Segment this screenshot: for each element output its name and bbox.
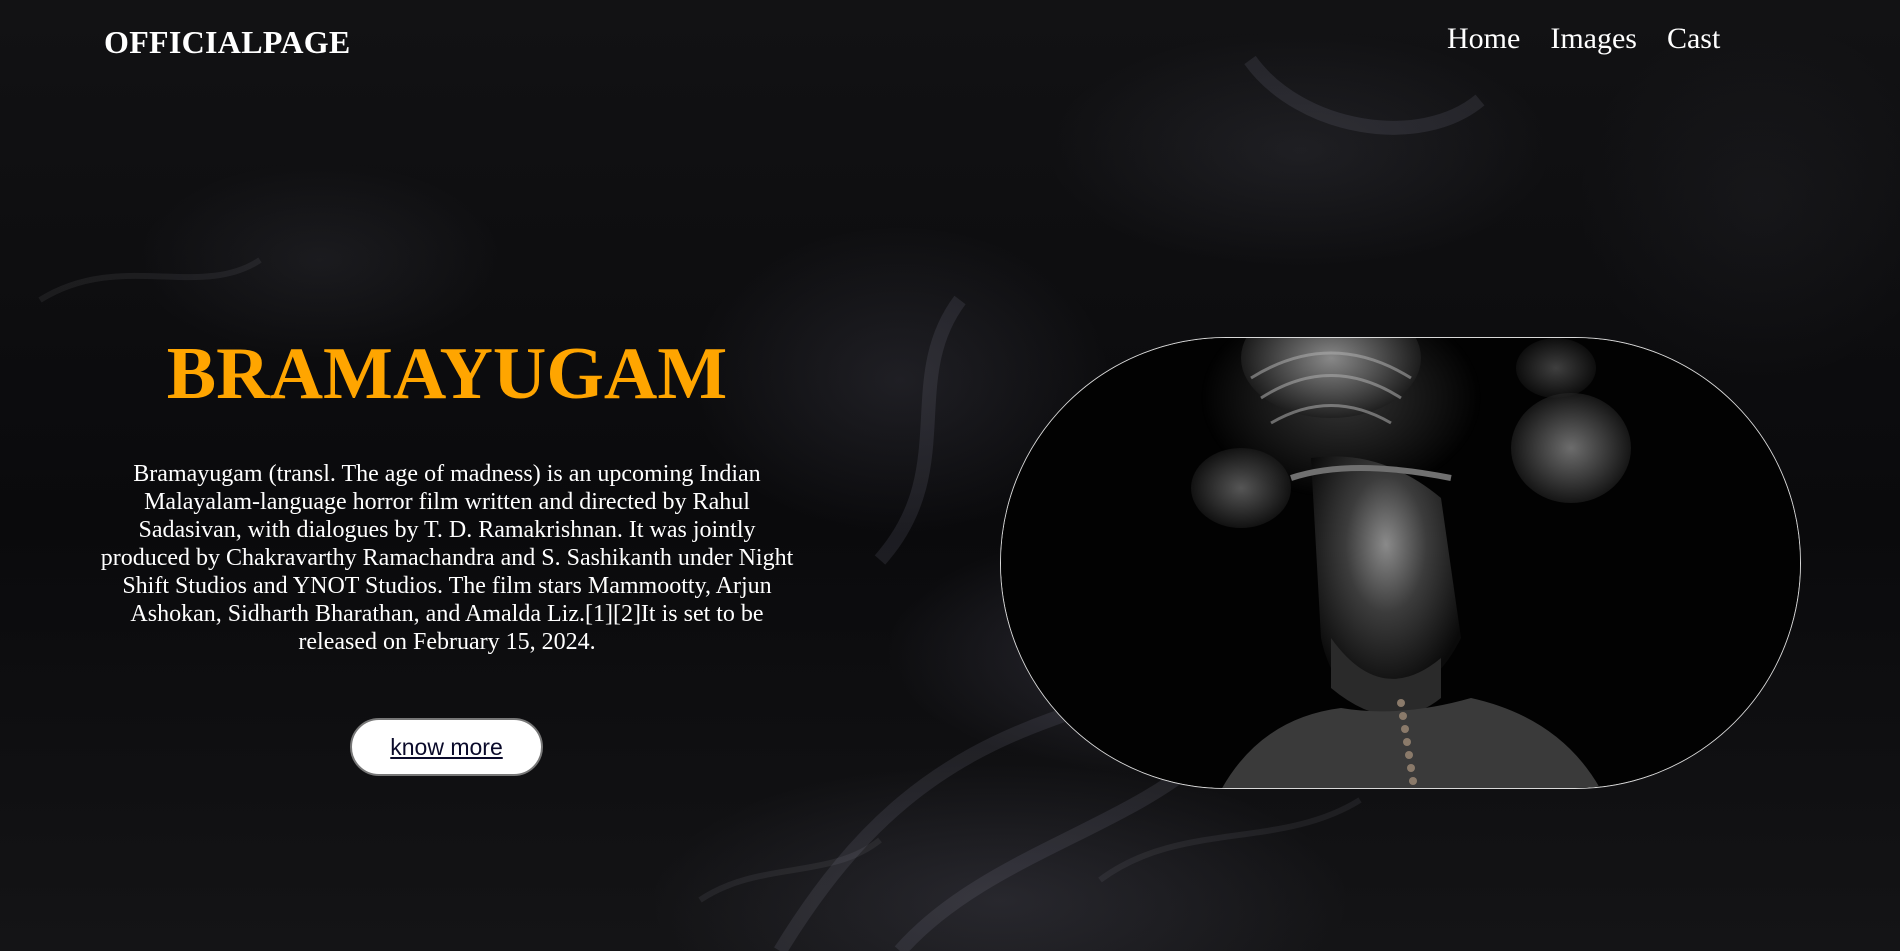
movie-title: BRAMAYUGAM — [166, 333, 728, 415]
nav-images-link[interactable]: Images — [1550, 22, 1637, 56]
know-more-button[interactable]: know more — [350, 718, 543, 776]
nav-home-link[interactable]: Home — [1447, 22, 1520, 56]
poster-image — [1000, 337, 1801, 789]
main-nav: Home Images Cast — [1447, 22, 1720, 56]
nav-cast-link[interactable]: Cast — [1667, 22, 1720, 56]
movie-description: Bramayugam (transl. The age of madness) … — [100, 461, 794, 655]
site-logo[interactable]: OFFICIALPAGE — [104, 24, 351, 61]
